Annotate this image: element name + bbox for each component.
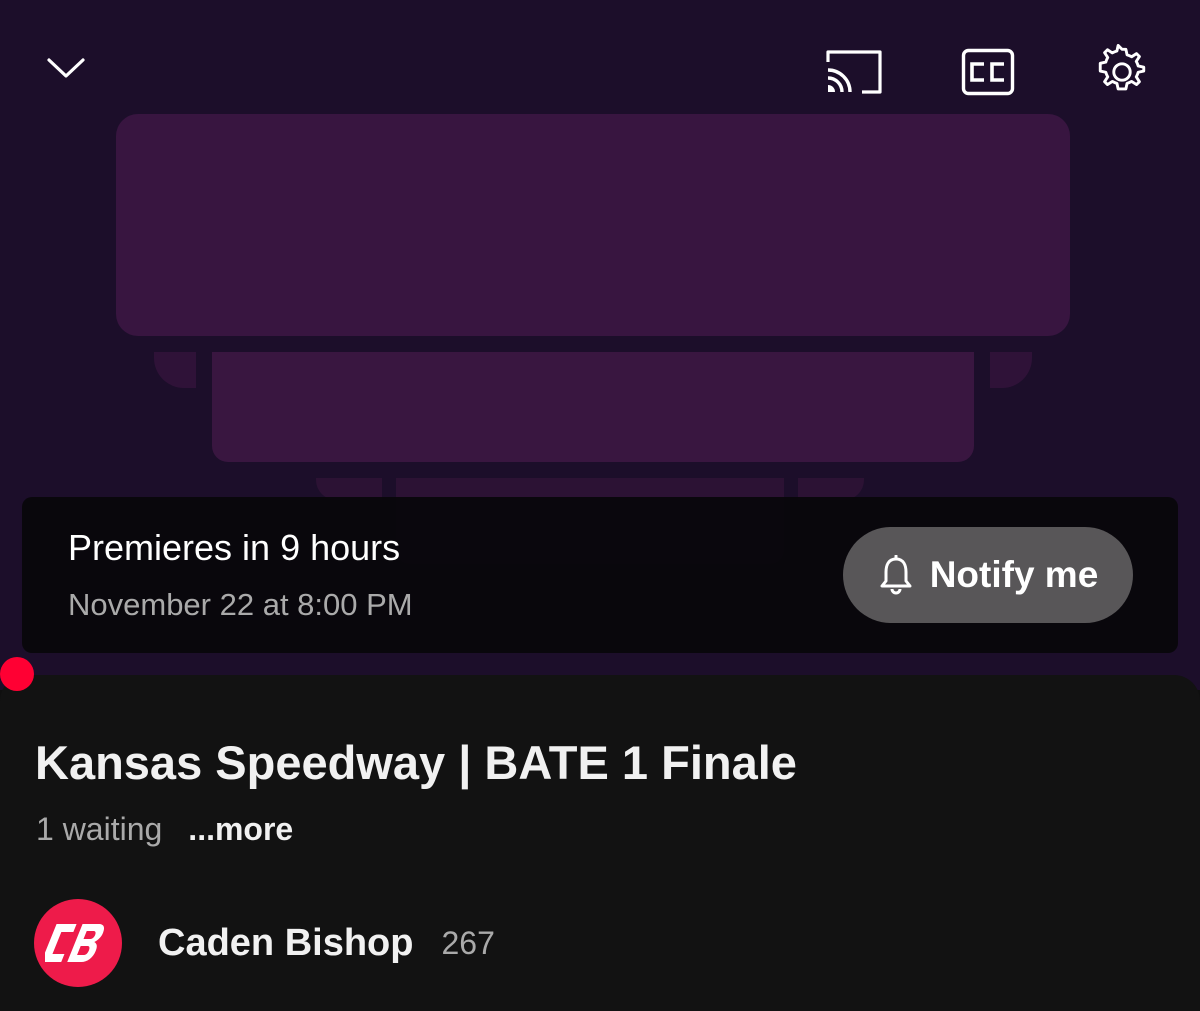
notify-me-label: Notify me — [929, 554, 1099, 595]
video-title: Kansas Speedway | BATE 1 Finale — [35, 736, 797, 789]
channel-row: Caden Bishop 267 — [34, 899, 495, 987]
cast-icon — [826, 50, 882, 94]
gear-icon — [1098, 43, 1146, 91]
bell-icon — [880, 555, 912, 595]
thumbnail-shape — [212, 352, 974, 462]
captions-button[interactable] — [952, 36, 1024, 108]
thumbnail-shape — [116, 114, 1070, 336]
premiere-datetime: November 22 at 8:00 PM — [68, 587, 413, 622]
premiere-countdown: Premieres in 9 hours — [68, 527, 401, 568]
collapse-button[interactable] — [30, 32, 102, 104]
premiere-banner: Premieres in 9 hours November 22 at 8:00… — [22, 497, 1178, 653]
closed-captions-icon — [961, 48, 1015, 96]
video-details: Kansas Speedway | BATE 1 Finale 1 waitin… — [0, 675, 1200, 1011]
thumbnail-shape — [990, 352, 1032, 388]
settings-button[interactable] — [1086, 36, 1158, 108]
chevron-down-icon — [47, 58, 85, 78]
waiting-count: 1 waiting — [36, 811, 163, 847]
notify-me-button[interactable]: Notify me — [843, 527, 1133, 623]
video-player[interactable]: Premieres in 9 hours November 22 at 8:00… — [0, 0, 1200, 690]
progress-scrubber[interactable] — [0, 657, 34, 691]
video-meta: 1 waiting ...more — [36, 811, 293, 848]
channel-logo — [45, 924, 105, 962]
more-description-link[interactable]: ...more — [188, 811, 293, 848]
cast-button[interactable] — [816, 36, 892, 108]
subscriber-count: 267 — [441, 924, 495, 961]
thumbnail-shape — [154, 352, 196, 388]
channel-name[interactable]: Caden Bishop — [158, 922, 413, 965]
channel-avatar[interactable] — [34, 899, 122, 987]
